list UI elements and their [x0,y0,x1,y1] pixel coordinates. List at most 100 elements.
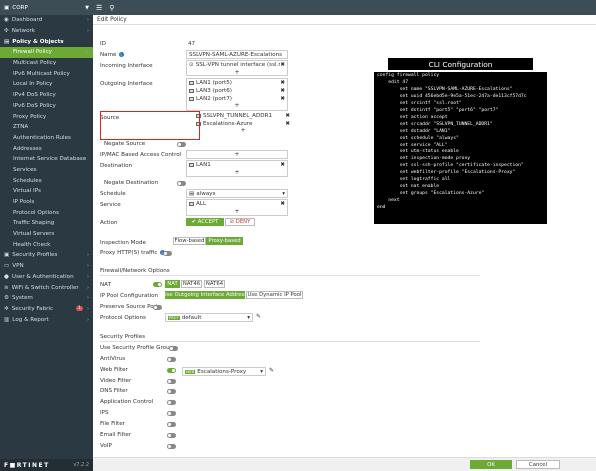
destination-field[interactable]: LAN1 ✖ + [186,160,288,177]
use-outgoing-interface-button[interactable]: Use Outgoing Interface Address [163,291,247,299]
sidebar-item-services[interactable]: Services [0,165,93,176]
version-label: v7.2.2 [73,462,89,468]
security-profile-toggle[interactable] [167,400,176,406]
sidebar-item-security-profiles[interactable]: ▣ Security Profiles › [0,250,93,261]
add-icon[interactable]: + [187,103,287,109]
negate-source-toggle[interactable] [177,142,186,147]
nat-tab[interactable]: NAT [165,280,180,288]
incoming-interface-field[interactable]: ⊙ SSL-VPN tunnel interface (ssl.roo ✖ + [186,60,288,76]
sidebar-item-ipv6-multicast-policy[interactable]: IPv6 Multicast Policy [0,68,93,79]
edit-icon[interactable]: ✎ [269,367,274,374]
nat-toggle[interactable] [153,282,162,287]
security-profile-toggle[interactable] [167,389,176,395]
sidebar-item-ip-pools[interactable]: IP Pools [0,197,93,208]
ipmac-field[interactable]: + [186,150,288,159]
sidebar-item-wifi-switch-controller[interactable]: ≋ WiFi & Switch Controller › [0,282,93,293]
add-icon[interactable]: + [187,151,287,158]
sidebar-item-label: Security Profiles [12,252,58,259]
sidebar-item-ipv4-dos-policy[interactable]: IPv4 DoS Policy [0,90,93,101]
add-icon[interactable]: + [187,169,287,176]
search-icon[interactable]: ⚲ [109,4,114,12]
proxy-https-toggle[interactable] [163,251,172,256]
edit-icon[interactable]: ✎ [256,313,261,320]
sidebar-item-ipv6-dos-policy[interactable]: IPv6 DoS Policy [0,101,93,112]
nat46-tab[interactable]: NAT46 [181,280,202,288]
security-profile-toggle[interactable] [167,356,176,362]
schedule-select[interactable]: ▤ always ▾ [186,189,288,198]
cancel-button[interactable]: Cancel [516,460,560,469]
sidebar-item-internet-service-database[interactable]: Internet Service Database [0,154,93,165]
remove-icon[interactable]: ✖ [285,113,290,119]
port-icon [189,97,194,101]
remove-icon[interactable]: ✖ [280,162,285,168]
sidebar-item-addresses[interactable]: Addresses [0,143,93,154]
sidebar-item-authentication-rules[interactable]: Authentication Rules [0,133,93,144]
security-profile-toggle[interactable] [167,411,176,417]
proxy-based-button[interactable]: Proxy-based [206,237,243,245]
remove-icon[interactable]: ✖ [280,80,285,86]
fortinet-logo: F■RTINET [4,461,50,469]
sidebar-item-label: VPN [12,263,24,270]
security-profile-toggle[interactable] [167,367,176,373]
sidebar-item-proxy-policy[interactable]: Proxy Policy [0,111,93,122]
source-field[interactable]: SSLVPN_TUNNEL_ADDR1 ✖ Escalations-Azure ✖ … [194,112,292,139]
protocol-options-select[interactable]: PROT default ▾ [165,313,253,322]
sidebar-item-system[interactable]: ⚙ System › [0,293,93,304]
sidebar-item-traffic-shaping[interactable]: Traffic Shaping [0,218,93,229]
security-profile-toggle[interactable] [169,346,178,351]
sidebar-item-firewall-policy[interactable]: Firewall Policy ☆ [0,47,93,58]
remove-icon[interactable]: ✖ [280,201,285,207]
preserve-source-port-toggle[interactable] [153,305,162,310]
security-profile-label: Application Control [100,399,154,406]
menu-icon[interactable]: ☰ [96,4,102,12]
sidebar-item-virtual-ips[interactable]: Virtual IPs [0,186,93,197]
security-profile-toggle[interactable] [167,432,176,438]
outgoing-interface-field[interactable]: LAN1 (port5) ✖ LAN3 (port6) ✖ LAN2 (port7)… [186,78,288,111]
sidebar-item-network[interactable]: ✣ Network › [0,26,93,37]
add-icon[interactable]: + [187,208,287,215]
id-value: 47 [188,41,196,47]
inspection-mode-label: Inspection Mode [100,240,146,246]
chevron-right-icon: › [87,28,89,35]
vdom-selector[interactable]: ▣ CORP ▼ [0,0,93,15]
sidebar-item-local-in-policy[interactable]: Local In Policy [0,79,93,90]
sidebar-item-policy-objects[interactable]: ▤ Policy & Objects [0,36,93,47]
security-profile-toggle[interactable] [167,378,176,384]
add-icon[interactable]: + [194,128,292,134]
schedule-value: always [196,190,216,197]
remove-icon[interactable]: ✖ [280,62,285,68]
sidebar-item-virtual-servers[interactable]: Virtual Servers [0,229,93,240]
add-icon[interactable]: + [187,69,287,76]
security-profile-toggle[interactable] [167,421,176,427]
prot-tag: PROT [168,316,180,320]
sidebar-item-user-authentication[interactable]: ● User & Authentication › [0,272,93,283]
sidebar-menu: ◉ Dashboard › ✣ Network › ▤ Policy & Objects Fir… [0,15,93,325]
sidebar-item-log-report[interactable]: ▥ Log & Report › [0,314,93,325]
webfilter-select[interactable]: WEB Escalations-Proxy ▾ [182,367,266,376]
sidebar-item-protocol-options[interactable]: Protocol Options [0,207,93,218]
sidebar-item-vpn[interactable]: ▭ VPN › [0,261,93,272]
accept-button[interactable]: ✔ ACCEPT [186,218,224,226]
remove-icon[interactable]: ✖ [280,88,285,94]
service-field[interactable]: ALL ✖ + [186,199,288,216]
sidebar-item-security-fabric[interactable]: ✲ Security Fabric 1 › [0,304,93,315]
use-dynamic-ippool-button[interactable]: Use Dynamic IP Pool [246,291,303,299]
sidebar-item-schedules[interactable]: Schedules [0,175,93,186]
sidebar-item-health-check[interactable]: Health Check [0,239,93,250]
ok-button[interactable]: OK [470,460,512,469]
sidebar-item-dashboard[interactable]: ◉ Dashboard › [0,15,93,26]
chevron-down-icon: ▼ [85,4,89,11]
remove-icon[interactable]: ✖ [280,96,285,102]
nat64-tab[interactable]: NAT64 [204,280,225,288]
chevron-right-icon: › [87,305,89,312]
favorite-star-icon[interactable]: ☆ [85,49,89,55]
sidebar-item-ztna[interactable]: ZTNA [0,122,93,133]
name-input[interactable]: SSLVPN-SAML-AZURE-Escalations [186,50,288,59]
flow-based-button[interactable]: Flow-based [173,237,206,245]
deny-button[interactable]: ⊘ DENY [225,218,255,226]
source-entry: SSLVPN_TUNNEL_ADDR1 ✖ [194,112,292,120]
remove-icon[interactable]: ✖ [285,121,290,127]
sidebar-item-multicast-policy[interactable]: Multicast Policy [0,58,93,69]
security-profile-toggle[interactable] [167,443,176,449]
negate-destination-toggle[interactable] [177,181,186,186]
